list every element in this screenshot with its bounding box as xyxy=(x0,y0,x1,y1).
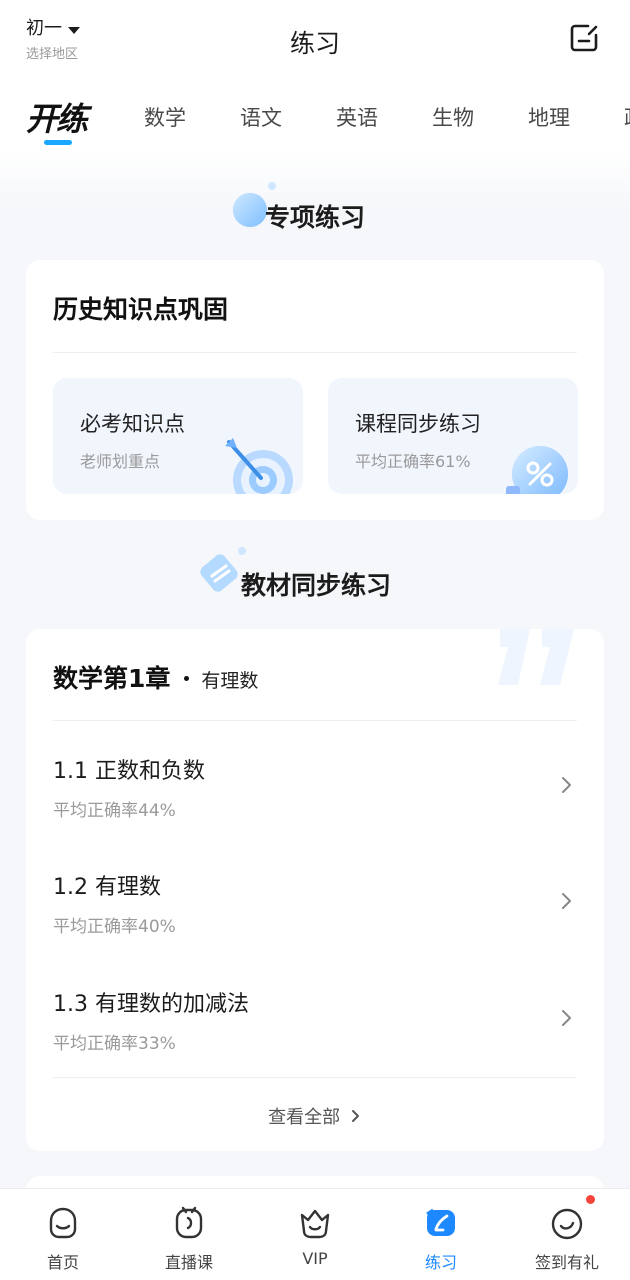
history-card-title: 历史知识点巩固 xyxy=(53,295,229,324)
notification-dot xyxy=(586,1195,595,1204)
nav-vip[interactable]: VIP xyxy=(252,1189,378,1280)
chapter-subtitle: 有理数 xyxy=(201,670,259,692)
home-face-icon xyxy=(49,1207,77,1239)
checkin-gift-icon xyxy=(551,1208,583,1240)
edit-note-button[interactable] xyxy=(568,22,600,54)
tab-english[interactable]: 英语 xyxy=(336,102,378,132)
edit-note-icon xyxy=(570,24,598,52)
practice-pen-icon xyxy=(426,1208,455,1236)
chevron-right-icon xyxy=(562,893,571,909)
nav-practice[interactable]: 练习 xyxy=(378,1189,504,1280)
course-sync-title: 课程同步练习 xyxy=(355,412,481,436)
nav-label: VIP xyxy=(302,1249,328,1268)
course-sync-practice-card[interactable]: 课程同步练习 平均正确率61% xyxy=(328,378,578,494)
lesson-title: 1.2 有理数 xyxy=(53,875,161,900)
live-class-icon xyxy=(175,1206,203,1239)
percent-ball-icon xyxy=(506,446,568,494)
chapter-footer-divider xyxy=(53,1077,577,1078)
lesson-item[interactable]: 1.2 有理数 平均正确率40% xyxy=(26,869,604,985)
nav-checkin-gift[interactable]: 签到有礼 xyxy=(504,1189,630,1280)
view-all-button[interactable]: 查看全部 xyxy=(26,1103,604,1129)
nav-label: 首页 xyxy=(46,1253,79,1272)
must-know-points-card[interactable]: 必考知识点 老师划重点 xyxy=(53,378,303,494)
tab-chinese[interactable]: 语文 xyxy=(240,102,282,132)
chevron-right-icon xyxy=(351,1110,359,1122)
tab-brand-kailian[interactable]: 开练 xyxy=(26,94,88,140)
lesson-title: 1.1 正数和负数 xyxy=(53,759,205,784)
page-title: 练习 xyxy=(289,29,340,58)
textbook-practice-title: 教材同步练习 xyxy=(240,571,391,600)
bottom-navigation: 首页 直播课 VIP 练习 签到有礼 xyxy=(0,1188,630,1280)
lesson-accuracy: 平均正确率44% xyxy=(53,801,176,821)
tab-biology[interactable]: 生物 xyxy=(432,102,474,132)
chevron-right-icon xyxy=(562,777,571,793)
card-divider xyxy=(53,352,577,353)
must-know-title: 必考知识点 xyxy=(80,412,185,436)
brand-label: 开练 xyxy=(26,100,88,138)
nav-label: 签到有礼 xyxy=(534,1253,599,1272)
chevron-right-icon xyxy=(562,1010,571,1026)
chapter-card: 数学第1章 有理数 1.1 正数和负数 平均正确率44% 1.2 有理数 平均正… xyxy=(26,629,604,1151)
chapter-divider xyxy=(53,720,577,721)
must-know-subtitle: 老师划重点 xyxy=(80,452,161,471)
chapter-header: 数学第1章 有理数 xyxy=(53,659,258,695)
special-practice-card: 历史知识点巩固 必考知识点 老师划重点 课程同步练习 平均正确率61% xyxy=(26,260,604,520)
lesson-accuracy: 平均正确率40% xyxy=(53,917,176,937)
nav-live-class[interactable]: 直播课 xyxy=(126,1189,252,1280)
special-practice-title: 专项练习 xyxy=(264,203,365,232)
lesson-title: 1.3 有理数的加减法 xyxy=(53,992,249,1017)
nav-home[interactable]: 首页 xyxy=(0,1189,126,1280)
quote-mark-deco-icon xyxy=(498,629,574,685)
lesson-item[interactable]: 1.1 正数和负数 平均正确率44% xyxy=(26,753,604,869)
lesson-item[interactable]: 1.3 有理数的加减法 平均正确率33% xyxy=(26,986,604,1102)
lesson-accuracy: 平均正确率33% xyxy=(53,1034,176,1054)
tab-math[interactable]: 数学 xyxy=(144,102,186,132)
tab-politics[interactable]: 政 xyxy=(624,102,630,132)
nav-label-active: 练习 xyxy=(424,1253,457,1272)
practice-page: 初一 选择地区 练习 开练 数学 语文 英语 生物 地理 政 专项练习 历史知识… xyxy=(0,0,630,1280)
course-sync-accuracy: 平均正确率61% xyxy=(355,452,471,471)
vip-crown-icon xyxy=(300,1209,330,1239)
chapter-separator-dot xyxy=(184,676,190,681)
chapter-title: 数学第1章 xyxy=(53,664,171,693)
view-all-label: 查看全部 xyxy=(268,1107,341,1128)
target-dart-icon xyxy=(225,438,293,494)
tab-geography[interactable]: 地理 xyxy=(528,102,570,132)
active-tab-indicator xyxy=(44,140,72,145)
subject-tabs: 开练 数学 语文 英语 生物 地理 政 xyxy=(0,90,630,150)
nav-label: 直播课 xyxy=(164,1253,213,1272)
